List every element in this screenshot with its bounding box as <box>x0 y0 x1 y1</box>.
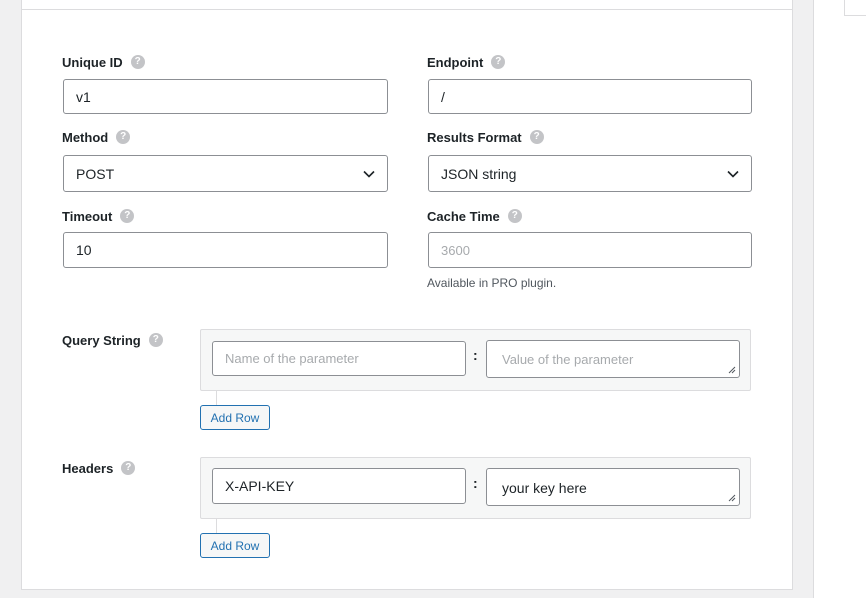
results-format-select-value: JSON string <box>441 165 517 182</box>
resize-grip-icon[interactable] <box>728 366 736 374</box>
key-value-separator: : <box>473 475 478 491</box>
unique-id-label: Unique ID ? <box>62 53 145 71</box>
tree-connector <box>216 519 217 533</box>
method-select-value: POST <box>76 165 115 182</box>
unique-id-label-text: Unique ID <box>62 54 123 70</box>
cache-time-input[interactable] <box>428 232 752 268</box>
headers-label: Headers ? <box>62 459 136 477</box>
panel-divider <box>22 9 792 10</box>
cache-time-label-text: Cache Time <box>427 208 500 224</box>
method-label: Method ? <box>62 128 131 146</box>
help-icon[interactable]: ? <box>121 461 136 475</box>
tree-connector <box>216 391 217 405</box>
query-string-label: Query String ? <box>62 331 163 349</box>
timeout-label-text: Timeout <box>62 208 113 224</box>
results-format-label: Results Format ? <box>427 128 544 146</box>
help-icon[interactable]: ? <box>507 209 522 223</box>
header-name-input[interactable] <box>212 468 466 504</box>
query-param-name-input[interactable] <box>212 341 466 376</box>
pro-note: Available in PRO plugin. <box>427 276 557 290</box>
add-row-button[interactable]: Add Row <box>200 405 270 430</box>
chevron-down-icon <box>363 170 375 178</box>
endpoint-input[interactable] <box>428 79 752 114</box>
side-card-top <box>844 0 866 16</box>
method-select[interactable]: POST <box>63 155 388 192</box>
chevron-down-icon <box>727 170 739 178</box>
query-string-label-text: Query String <box>62 332 141 348</box>
endpoint-label: Endpoint ? <box>427 53 506 71</box>
cache-time-label: Cache Time ? <box>427 207 522 225</box>
method-label-text: Method <box>62 129 109 145</box>
help-icon[interactable]: ? <box>148 333 163 347</box>
key-value-separator: : <box>473 347 478 363</box>
add-row-button[interactable]: Add Row <box>200 533 270 558</box>
side-card <box>813 0 866 598</box>
help-icon[interactable]: ? <box>529 130 544 144</box>
headers-label-text: Headers <box>62 460 114 476</box>
query-param-value-textarea[interactable]: Value of the parameter <box>486 340 740 378</box>
timeout-label: Timeout ? <box>62 207 135 225</box>
header-value-textarea[interactable]: your key here <box>486 468 740 506</box>
query-param-value-placeholder: Value of the parameter <box>502 352 634 367</box>
timeout-input[interactable] <box>63 232 388 268</box>
unique-id-input[interactable] <box>63 79 388 114</box>
help-icon[interactable]: ? <box>116 130 131 144</box>
help-icon[interactable]: ? <box>491 55 506 69</box>
help-icon[interactable]: ? <box>130 55 145 69</box>
endpoint-label-text: Endpoint <box>427 54 484 70</box>
help-icon[interactable]: ? <box>120 209 135 223</box>
results-format-label-text: Results Format <box>427 129 522 145</box>
header-value-text: your key here <box>502 480 587 496</box>
resize-grip-icon[interactable] <box>728 494 736 502</box>
results-format-select[interactable]: JSON string <box>428 155 752 192</box>
